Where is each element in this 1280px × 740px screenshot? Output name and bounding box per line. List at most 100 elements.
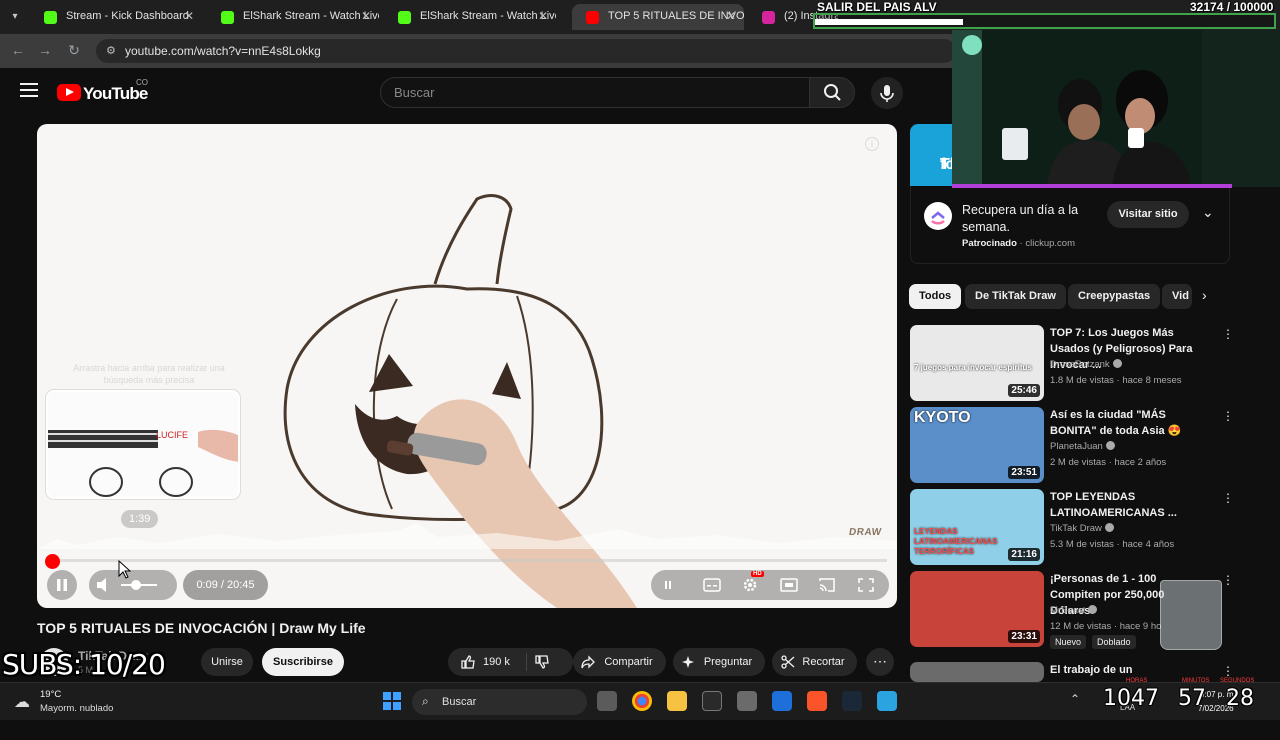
file-explorer-icon[interactable]	[667, 691, 687, 711]
recommendation-item[interactable]: LEYENDAS LATINOAMERICANAS TERRORÍFICAS 21…	[910, 489, 1234, 567]
clip-button[interactable]: Recortar	[772, 648, 857, 676]
tab-close-icon[interactable]: ✕	[538, 9, 548, 23]
recommendation-channel[interactable]: DrossRotzank	[1050, 359, 1122, 370]
search-button[interactable]	[809, 77, 855, 108]
ad-card[interactable]: Recupera un día a la semana. Patrocinado…	[910, 186, 1230, 264]
taskbar-search[interactable]: ⌕ Buscar	[412, 689, 587, 715]
filter-chip[interactable]: Creepypastas	[1068, 284, 1161, 309]
chrome-icon[interactable]	[632, 691, 652, 711]
app-icon-blue[interactable]	[772, 691, 792, 711]
tab-close-icon[interactable]: ✕	[184, 9, 194, 23]
tab-close-icon[interactable]: ✕	[726, 9, 736, 23]
recommendation-thumbnail[interactable]: 23:31	[910, 571, 1044, 647]
visit-site-button[interactable]: Visitar sitio	[1107, 201, 1189, 228]
tab-search-icon[interactable]: ▾	[6, 8, 24, 26]
more-options-icon[interactable]: ⋮	[1222, 491, 1234, 505]
video-player[interactable]: i Arrastra hacia arriba para realizar un…	[37, 124, 897, 608]
task-view-icon[interactable]	[597, 691, 617, 711]
filter-chip[interactable]: Todos	[909, 284, 962, 309]
more-options-icon[interactable]: ⋮	[1222, 664, 1234, 678]
webcam-overlay	[952, 30, 1280, 187]
share-button[interactable]: Compartir	[573, 648, 666, 676]
progress-scrubber[interactable]	[45, 554, 60, 569]
tab-favicon-icon	[398, 11, 411, 24]
recommendation-thumbnail[interactable]	[910, 662, 1044, 682]
filter-chip[interactable]: De TikTak Draw	[965, 284, 1066, 309]
weather-temperature[interactable]: 19°C	[40, 689, 61, 700]
steam-icon[interactable]	[842, 691, 862, 711]
recommendation-channel-name: DrossRotzank	[1050, 359, 1110, 370]
browser-tab[interactable]: TOP 5 RITUALES DE INVO ✕	[572, 4, 744, 30]
tab-favicon-icon	[221, 11, 234, 24]
volume-knob[interactable]	[131, 580, 141, 590]
webcam-feed	[952, 30, 1280, 187]
recommendation-channel[interactable]: PlanetaJuan	[1050, 441, 1115, 452]
verified-icon	[1104, 523, 1114, 532]
info-icon[interactable]: i	[865, 137, 879, 151]
brave-icon[interactable]	[807, 691, 827, 711]
chevron-right-icon[interactable]: ›	[1202, 287, 1207, 303]
taskbar: ☁ 19°C Mayorm. nublado ⌕ Buscar ⌃ LAA 9:…	[0, 682, 1280, 720]
app-icon-light-blue[interactable]	[877, 691, 897, 711]
recommendation-title[interactable]: TOP LEYENDAS LATINOAMERICANAS ...	[1050, 489, 1210, 521]
like-icon[interactable]	[460, 654, 476, 670]
search-input[interactable]: Buscar	[380, 77, 810, 108]
pause-button[interactable]	[47, 570, 77, 600]
fullscreen-icon[interactable]	[857, 577, 875, 593]
windows-start-icon[interactable]	[383, 692, 401, 710]
dislike-icon[interactable]	[534, 654, 550, 670]
recommendation-item[interactable]: KYOTO 23:51 Así es la ciudad "MÁS BONITA" …	[910, 407, 1234, 485]
autoplay-toggle-icon[interactable]	[659, 577, 677, 593]
recommendation-meta: 1.8 M de vistas · hace 8 meses	[1050, 375, 1182, 386]
miniplayer-icon[interactable]	[780, 577, 798, 593]
ask-button[interactable]: Preguntar	[673, 648, 765, 676]
tray-chevron-up-icon[interactable]: ⌃	[1070, 692, 1080, 706]
chevron-down-icon[interactable]: ⌄	[1202, 204, 1214, 221]
recommendation-thumbnail[interactable]: 7 juegos para invocar espíritus 25:46	[910, 325, 1044, 401]
join-button[interactable]: Unirse	[201, 648, 253, 676]
weather-cloud-icon[interactable]: ☁	[14, 692, 30, 712]
cast-icon[interactable]	[818, 577, 836, 593]
countdown-label-hours: HORAS	[1126, 678, 1148, 684]
recommendation-title[interactable]: Así es la ciudad "MÁS BONITA" de toda As…	[1050, 407, 1210, 439]
recommendation-title[interactable]: El trabajo de un	[1050, 662, 1210, 678]
progress-bar[interactable]	[53, 559, 887, 562]
more-options-icon[interactable]: ⋮	[1222, 409, 1234, 423]
video-duration: 21:16	[1008, 548, 1040, 561]
ad-headline: Recupera un día a la semana.	[962, 203, 1079, 234]
back-icon[interactable]: ←	[9, 42, 27, 58]
like-count[interactable]: 190 k	[483, 656, 510, 668]
obs-icon[interactable]	[702, 691, 722, 711]
recommendation-thumbnail[interactable]: LEYENDAS LATINOAMERICANAS TERRORÍFICAS 21…	[910, 489, 1044, 565]
tab-close-icon[interactable]: ✕	[361, 9, 371, 23]
forward-icon[interactable]: →	[36, 42, 54, 58]
subscribe-button[interactable]: Suscribirse	[262, 648, 344, 676]
more-actions-icon[interactable]: ⋯	[866, 648, 894, 676]
reload-icon[interactable]: ↻	[65, 42, 83, 59]
recommendation-channel-name: MrBeast	[1050, 605, 1086, 616]
settings-app-icon[interactable]	[737, 691, 757, 711]
more-options-icon[interactable]: ⋮	[1222, 573, 1234, 587]
browser-tab[interactable]: ElShark Stream - Watch Live ✕	[207, 4, 379, 30]
audio-waveform	[37, 523, 897, 549]
recommendation-channel[interactable]: MrBeast	[1050, 605, 1098, 616]
browser-tab[interactable]: ElShark Stream - Watch Live ✕	[384, 4, 556, 30]
filter-chip[interactable]: Vid	[1162, 284, 1192, 309]
weather-description[interactable]: Mayorm. nublado	[40, 703, 113, 714]
subtitles-icon[interactable]	[703, 577, 721, 593]
voice-search-button[interactable]	[871, 77, 903, 109]
recommendation-thumbnail[interactable]: KYOTO 23:51	[910, 407, 1044, 483]
settings-button[interactable]: HD	[741, 571, 764, 594]
recommendation-channel[interactable]: TikTak Draw	[1050, 523, 1114, 534]
more-options-icon[interactable]: ⋮	[1222, 327, 1234, 341]
youtube-logo-text: YouTube	[83, 84, 148, 103]
menu-icon[interactable]	[20, 83, 38, 97]
browser-tab[interactable]: Stream - Kick Dashboard ✕	[30, 4, 202, 30]
recommendation-meta: 12 M de vistas · hace 9 ho	[1050, 621, 1162, 632]
address-bar[interactable]: ⚙ youtube.com/watch?v=nnE4s8Lokkg	[96, 39, 956, 63]
gear-icon	[743, 578, 757, 592]
countdown-label-minutes: MINUTOS	[1182, 678, 1210, 684]
site-info-icon[interactable]: ⚙	[106, 44, 116, 57]
recommendation-item[interactable]: 7 juegos para invocar espíritus 25:46 TOP …	[910, 325, 1234, 403]
volume-control[interactable]	[89, 570, 177, 600]
